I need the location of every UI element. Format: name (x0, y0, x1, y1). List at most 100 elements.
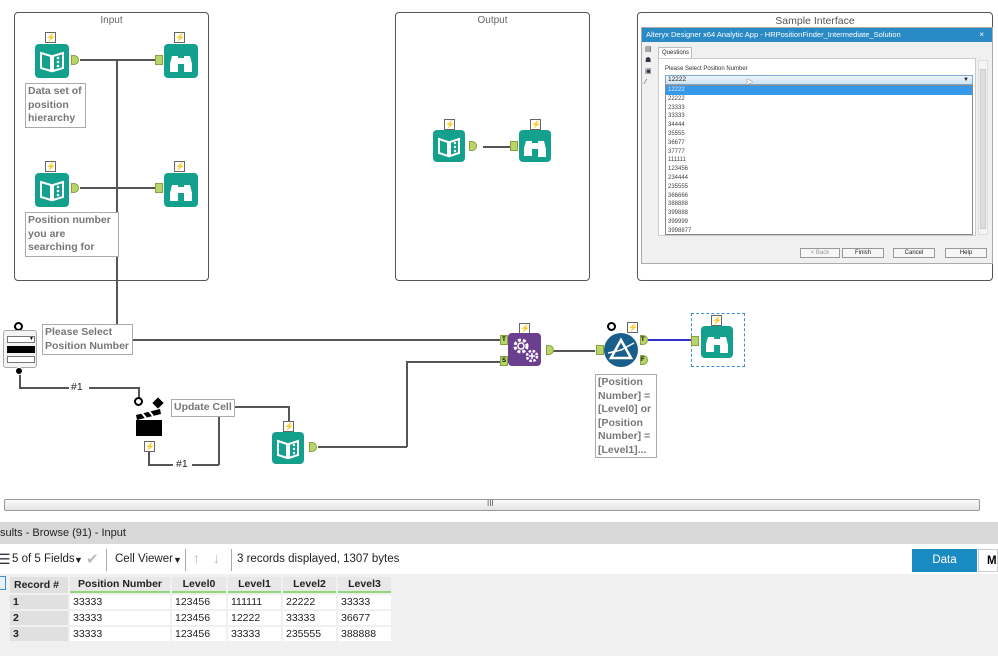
fields-selector[interactable]: 5 of 5 Fields (12, 553, 75, 565)
input-data-tool[interactable] (35, 173, 69, 207)
column-header[interactable]: Level0 (172, 577, 226, 593)
scrollbar-thumb[interactable] (980, 69, 986, 229)
close-icon[interactable]: × (979, 28, 984, 42)
dropdown-option[interactable]: 234444 (666, 174, 972, 183)
table-cell[interactable]: 123456 (172, 611, 226, 625)
input-anchor[interactable] (155, 55, 163, 65)
filter-false-anchor[interactable]: F (640, 355, 648, 365)
tab-metadata[interactable]: M (978, 549, 998, 572)
column-header[interactable]: Record # (10, 577, 68, 593)
annotation-dataset[interactable]: Data set of position hierarchy (25, 83, 86, 128)
cell-viewer-selector[interactable]: Cell Viewer (115, 553, 173, 565)
arrow-up-icon[interactable]: ↑ (193, 550, 200, 566)
table-row[interactable]: 2 33333 123456 12222 33333 36677 (10, 611, 391, 625)
filter-true-anchor[interactable]: T (640, 335, 648, 345)
wand-icon[interactable]: ⁄ (645, 79, 653, 86)
dropdown-options-list[interactable]: 12222 22222 23333 33333 34444 35555 36677 37777… (665, 85, 973, 235)
output-anchor[interactable] (309, 442, 317, 452)
column-header[interactable]: Level3 (338, 577, 391, 593)
dropdown-option[interactable]: 12222 (666, 86, 972, 95)
append-source-anchor[interactable]: S (500, 356, 508, 366)
dropdown-option[interactable]: 235555 (666, 183, 972, 192)
table-cell[interactable]: 123456 (172, 627, 226, 641)
tab-data[interactable]: Data (912, 549, 977, 572)
filter-tool[interactable] (604, 333, 638, 367)
table-cell[interactable]: 1 (10, 595, 68, 609)
table-cell[interactable]: 36677 (338, 611, 391, 625)
dropdown-option[interactable]: 111111 (666, 156, 972, 165)
table-cell[interactable]: 12222 (228, 611, 281, 625)
position-number-dropdown[interactable]: 12222 ▼ (665, 75, 973, 85)
browse-tool-selected[interactable]: ⚡ (691, 313, 745, 367)
dropdown-option[interactable]: 399999 (666, 218, 972, 227)
table-cell[interactable]: 33333 (338, 595, 391, 609)
dropdown-option[interactable]: 3998877 (666, 227, 972, 236)
column-header[interactable]: Level2 (283, 577, 336, 593)
column-header[interactable]: Level1 (228, 577, 281, 593)
table-cell[interactable]: 33333 (70, 627, 170, 641)
dropdown-option[interactable]: 366666 (666, 192, 972, 201)
browse-tool[interactable] (164, 44, 198, 78)
save-icon[interactable]: ▣ (645, 68, 653, 75)
annotation-dropdown[interactable]: Please Select Position Number (42, 324, 133, 355)
table-cell[interactable]: 33333 (283, 611, 336, 625)
input-data-tool[interactable] (272, 432, 304, 464)
chevron-down-icon[interactable]: ▼ (74, 555, 83, 565)
table-cell[interactable]: 111111 (228, 595, 281, 609)
table-cell[interactable]: 33333 (70, 595, 170, 609)
input-data-tool[interactable] (433, 130, 465, 162)
dropdown-option[interactable]: 399888 (666, 209, 972, 218)
dropdown-option[interactable]: 34444 (666, 121, 972, 130)
table-cell[interactable]: 22222 (283, 595, 336, 609)
chevron-down-icon[interactable]: ▼ (173, 555, 182, 565)
browse-tool[interactable] (701, 326, 733, 358)
dropdown-option[interactable]: 33333 (666, 112, 972, 121)
table-cell[interactable]: 33333 (70, 611, 170, 625)
append-target-anchor[interactable]: T (500, 335, 508, 345)
input-anchor[interactable] (510, 141, 518, 151)
finish-button[interactable]: Finish (842, 248, 884, 258)
table-row[interactable]: 3 33333 123456 33333 235555 388888 (10, 627, 391, 641)
questions-icon[interactable]: ▤ (645, 46, 653, 53)
table-row[interactable]: 1 33333 123456 111111 22222 33333 (10, 595, 391, 609)
input-anchor[interactable] (691, 336, 699, 346)
container-title: Input (100, 15, 123, 26)
cancel-button[interactable]: Cancel (893, 248, 935, 258)
dropdown-option[interactable]: 35555 (666, 130, 972, 139)
dropdown-option[interactable]: 388888 (666, 200, 972, 209)
back-button[interactable]: < Back (800, 248, 840, 258)
input-anchor[interactable] (596, 345, 604, 355)
output-anchor[interactable] (546, 345, 554, 355)
dropdown-option[interactable]: 36677 (666, 139, 972, 148)
vertical-scrollbar[interactable] (978, 60, 988, 235)
browse-tool[interactable] (519, 130, 551, 162)
action-tool[interactable] (134, 408, 164, 438)
fields-list-icon[interactable]: ☰ (0, 551, 11, 568)
table-cell[interactable]: 235555 (283, 627, 336, 641)
dropdown-option[interactable]: 123456 (666, 165, 972, 174)
browse-tool[interactable] (164, 173, 198, 207)
append-fields-tool[interactable] (508, 333, 541, 366)
table-cell[interactable]: 33333 (228, 627, 281, 641)
checkmark-icon[interactable]: ✔ (86, 550, 99, 568)
canvas-horizontal-scrollbar[interactable]: III (4, 499, 980, 511)
arrow-down-icon[interactable]: ↓ (213, 550, 220, 566)
input-anchor[interactable] (155, 183, 163, 193)
workflow-canvas[interactable]: Input Output Sample Interface #1 #1 ⚡ ⚡ … (0, 0, 998, 495)
dropdown-tool[interactable]: ▼ (3, 330, 37, 368)
table-cell[interactable]: 2 (10, 611, 68, 625)
dropdown-option[interactable]: 37777 (666, 148, 972, 157)
help-button[interactable]: Help (945, 248, 987, 258)
annotation-filter-expression[interactable]: [Position Number] = [Level0] or [Positio… (595, 374, 657, 458)
table-cell[interactable]: 3 (10, 627, 68, 641)
open-icon[interactable]: ☗ (645, 57, 653, 64)
scrollbar-grip[interactable]: III (487, 499, 494, 508)
dropdown-option[interactable]: 22222 (666, 95, 972, 104)
table-cell[interactable]: 388888 (338, 627, 391, 641)
annotation-update-cell[interactable]: Update Cell (171, 399, 235, 417)
input-data-tool[interactable] (35, 44, 69, 78)
column-header[interactable]: Position Number (70, 577, 170, 593)
annotation-position-search[interactable]: Position number you are searching for (25, 212, 119, 257)
dropdown-option[interactable]: 23333 (666, 104, 972, 113)
table-cell[interactable]: 123456 (172, 595, 226, 609)
